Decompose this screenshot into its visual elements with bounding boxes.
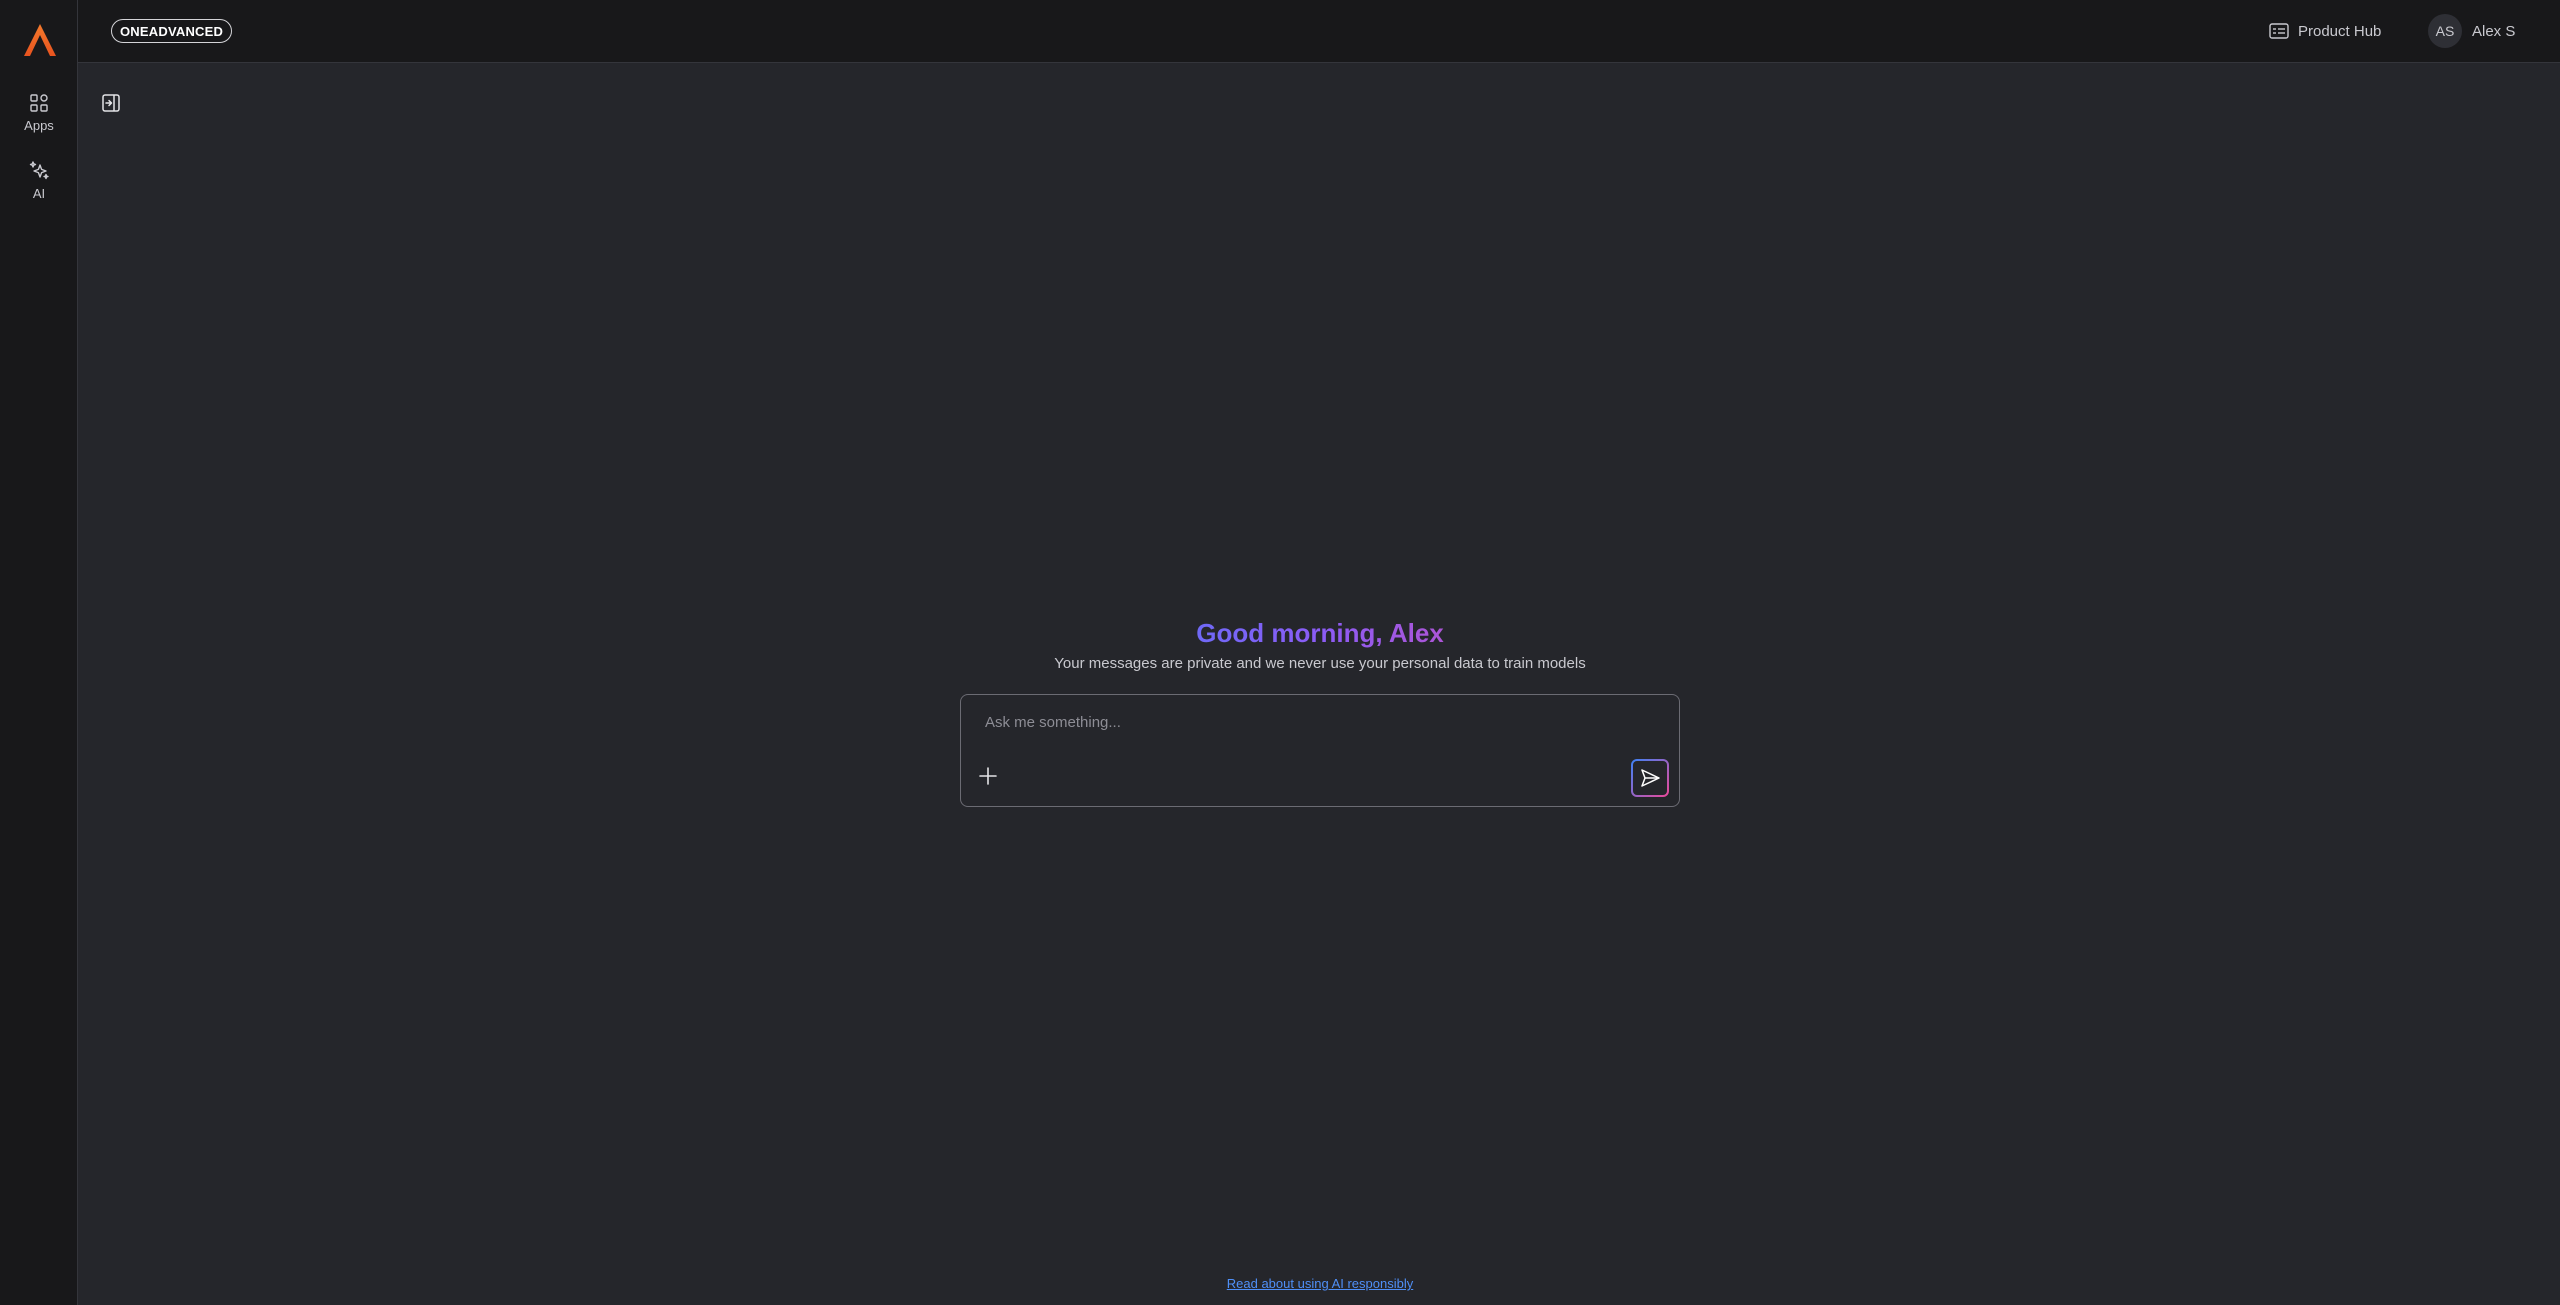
user-name: Alex S bbox=[2472, 22, 2516, 40]
rail-item-label: Apps bbox=[24, 118, 54, 133]
send-button[interactable] bbox=[1631, 759, 1669, 797]
app-root: Apps AI ONEADVANCED Product Hub AS Alex … bbox=[0, 0, 2560, 1305]
sidebar-toggle-icon[interactable] bbox=[101, 93, 121, 113]
privacy-note: Your messages are private and we never u… bbox=[1054, 655, 1586, 672]
rail-item-label: AI bbox=[32, 186, 46, 201]
product-hub-label: Product Hub bbox=[2298, 22, 2382, 40]
product-hub-icon bbox=[2269, 23, 2289, 39]
greeting-heading: Good morning, Alex bbox=[960, 618, 1680, 649]
left-rail: Apps AI bbox=[0, 0, 78, 1305]
sparkles-icon bbox=[29, 161, 49, 180]
plus-icon bbox=[979, 767, 997, 785]
add-attachment-button[interactable] bbox=[973, 761, 1003, 791]
send-button-inner bbox=[1633, 761, 1667, 795]
product-hub-button[interactable]: Product Hub bbox=[2268, 18, 2381, 44]
user-menu[interactable]: AS Alex S bbox=[2428, 14, 2515, 48]
send-icon bbox=[1641, 769, 1660, 787]
rail-item-apps[interactable]: Apps bbox=[0, 92, 78, 133]
top-bar: ONEADVANCED Product Hub AS Alex S bbox=[78, 0, 2560, 63]
chat-composer bbox=[960, 694, 1680, 807]
oneadvanced-logo-icon[interactable] bbox=[22, 22, 58, 58]
rail-item-ai[interactable]: AI bbox=[0, 160, 78, 201]
chat-input[interactable] bbox=[983, 709, 1647, 735]
grid-apps-icon bbox=[30, 94, 48, 112]
brand-badge[interactable]: ONEADVANCED bbox=[111, 19, 233, 43]
avatar: AS bbox=[2428, 14, 2462, 48]
responsible-ai-link[interactable]: Read about using AI responsibly bbox=[960, 1276, 1680, 1291]
